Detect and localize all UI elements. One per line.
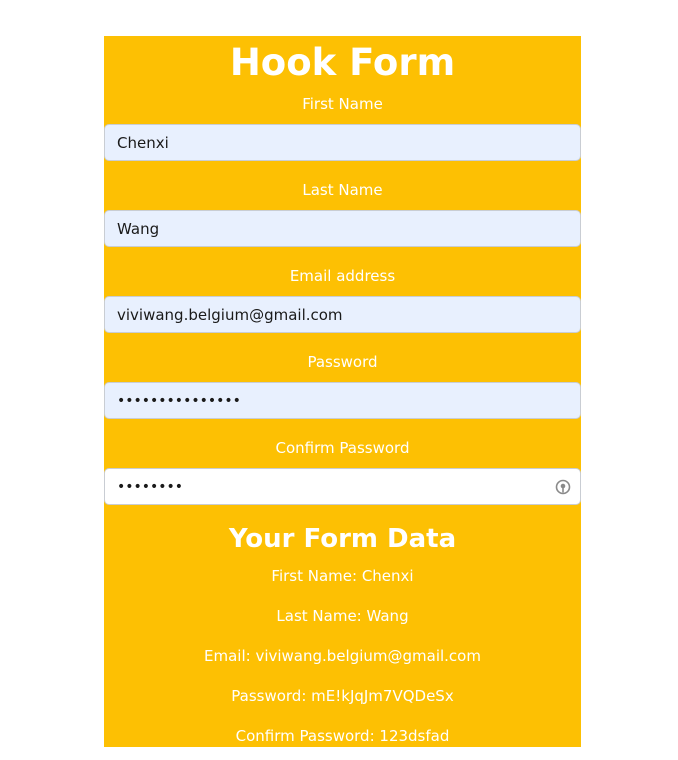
last-name-label: Last Name [302,181,383,199]
data-email: Email: viviwang.belgium@gmail.com [204,647,481,665]
data-password: Password: mE!kJqJm7VQDeSx [231,687,454,705]
form-title: Hook Form [229,41,456,84]
form-data-title: Your Form Data [228,524,457,554]
first-name-input[interactable] [104,124,581,161]
last-name-input[interactable] [104,210,581,247]
hook-form-panel: Hook Form First Name Last Name Email add… [104,36,581,747]
password-input[interactable] [104,382,581,419]
email-label: Email address [289,267,396,285]
first-name-label: First Name [302,95,383,113]
confirm-password-input[interactable] [104,468,581,505]
data-confirm-password: Confirm Password: 123dsfad [235,727,450,745]
confirm-password-label: Confirm Password [275,439,410,457]
data-last-name: Last Name: Wang [276,607,409,625]
email-input[interactable] [104,296,581,333]
data-first-name: First Name: Chenxi [271,567,414,585]
password-label: Password [307,353,378,371]
password-manager-key-icon[interactable] [554,478,572,496]
